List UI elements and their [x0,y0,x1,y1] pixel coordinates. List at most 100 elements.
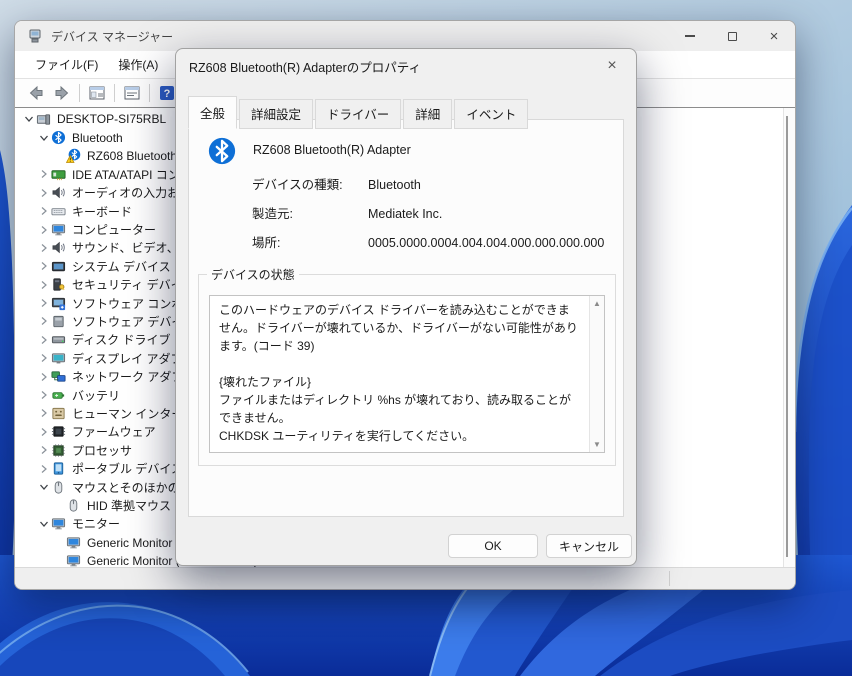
chevron-right-icon[interactable] [36,316,51,326]
dialog-tab[interactable]: イベント [454,99,528,129]
properties-icon[interactable] [119,81,145,105]
battery-icon [51,388,67,403]
back-icon[interactable] [23,81,49,105]
software-component-icon [51,296,67,311]
tree-item-label: モニター [72,515,120,532]
computer-icon [36,112,52,127]
bluetooth-icon [207,136,237,166]
device-manager-icon [27,28,43,44]
security-icon [51,277,67,292]
chevron-right-icon[interactable] [36,390,51,400]
scroll-down-icon[interactable]: ▼ [593,440,601,449]
cancel-button[interactable]: キャンセル [546,534,632,558]
chevron-right-icon[interactable] [36,445,51,455]
system-icon [51,259,67,274]
chevron-right-icon[interactable] [36,427,51,437]
network-icon [51,369,67,384]
cpu-icon [51,443,67,458]
tree-item-label: Bluetooth [72,131,123,145]
title-bar[interactable]: デバイス マネージャー × [15,21,795,51]
dialog-title: RZ608 Bluetooth(R) Adapterのプロパティ [189,57,601,76]
field-value: 0005.0000.0004.004.004.000.000.000.000 [368,235,607,252]
sound-icon [51,240,67,255]
chevron-down-icon[interactable] [21,114,36,124]
status-scrollbar[interactable]: ▲ ▼ [589,296,604,452]
field-label: 製造元: [252,206,368,223]
ok-button[interactable]: OK [448,534,538,558]
chevron-right-icon[interactable] [36,372,51,382]
tree-item-label: HID 準拠マウス [87,497,171,514]
device-header: RZ608 Bluetooth(R) Adapter [207,136,411,166]
chevron-right-icon[interactable] [36,464,51,474]
toolbar-separator [114,84,115,102]
toolbar-separator [79,84,80,102]
device-info-fields: デバイスの種類:Bluetooth製造元:Mediatek Inc.場所:000… [252,177,607,264]
scrollbar-thumb[interactable] [786,116,788,557]
tab-strip: 全般詳細設定ドライバー詳細イベント [188,95,530,128]
field-label: デバイスの種類: [252,177,368,194]
tree-item-label: DESKTOP-SI75RBL [57,112,166,126]
menu-item[interactable]: ファイル(F) [25,51,108,79]
device-field-row: 場所:0005.0000.0004.004.004.000.000.000.00… [252,235,607,252]
chevron-right-icon[interactable] [36,280,51,290]
close-icon[interactable]: × [601,57,623,75]
monitor-icon [51,222,67,237]
device-name: RZ608 Bluetooth(R) Adapter [253,143,411,157]
device-field-row: 製造元:Mediatek Inc. [252,206,607,223]
bluetooth-warning-icon [66,148,82,163]
status-bar [15,567,795,589]
minimize-button[interactable] [669,21,711,51]
device-status-box: このハードウェアのデバイス ドライバーを読み込むことができません。ドライバーが壊… [209,295,605,453]
chevron-down-icon[interactable] [36,133,51,143]
display-icon [51,351,67,366]
menu-item[interactable]: 操作(A) [108,51,168,79]
chevron-right-icon[interactable] [36,225,51,235]
window-title: デバイス マネージャー [51,28,669,45]
chevron-right-icon[interactable] [36,408,51,418]
properties-dialog: RZ608 Bluetooth(R) Adapterのプロパティ × 全般詳細設… [175,48,637,566]
portable-icon [51,461,67,476]
monitor-icon [66,553,82,567]
tree-item-label: コンピューター [72,221,156,238]
chevron-right-icon[interactable] [36,243,51,253]
chevron-down-icon[interactable] [36,519,51,529]
chevron-right-icon[interactable] [36,298,51,308]
show-hide-console-icon[interactable] [84,81,110,105]
toolbar-separator [149,84,150,102]
monitor-icon [66,535,82,550]
statusbar-divider [669,571,670,586]
chevron-right-icon[interactable] [36,169,51,179]
monitor-icon [51,516,67,531]
forward-icon[interactable] [49,81,75,105]
dialog-tab[interactable]: 詳細設定 [239,99,313,129]
dialog-tab[interactable]: ドライバー [315,99,401,129]
field-label: 場所: [252,235,368,252]
chevron-right-icon[interactable] [36,206,51,216]
device-field-row: デバイスの種類:Bluetooth [252,177,607,194]
chevron-down-icon[interactable] [36,482,51,492]
chevron-right-icon[interactable] [36,188,51,198]
scroll-up-icon[interactable]: ▲ [593,299,601,308]
chevron-right-icon[interactable] [36,261,51,271]
chevron-right-icon[interactable] [36,335,51,345]
bluetooth-icon [51,130,67,145]
firmware-icon [51,424,67,439]
dialog-tab[interactable]: 詳細 [403,99,452,129]
close-button[interactable]: × [753,21,795,51]
field-value: Mediatek Inc. [368,206,607,223]
device-status-label: デバイスの状態 [207,266,299,283]
maximize-button[interactable] [711,21,753,51]
mouse-icon [51,480,67,495]
dialog-title-bar[interactable]: RZ608 Bluetooth(R) Adapterのプロパティ × [176,49,636,83]
desktop: デバイス マネージャー × ファイル(F)操作(A)表示(V) ? DESKTO… [0,0,852,676]
vertical-scrollbar[interactable] [783,108,795,567]
tree-item-label: バッテリ [72,387,120,404]
dialog-buttons: OK キャンセル [448,534,632,558]
chevron-right-icon[interactable] [36,353,51,363]
keyboard-icon [51,204,67,219]
field-value: Bluetooth [368,177,607,194]
tree-item-label: ディスク ドライブ [72,331,171,348]
svg-text:?: ? [164,88,171,100]
dialog-tab[interactable]: 全般 [188,96,237,129]
window-controls: × [669,21,795,51]
